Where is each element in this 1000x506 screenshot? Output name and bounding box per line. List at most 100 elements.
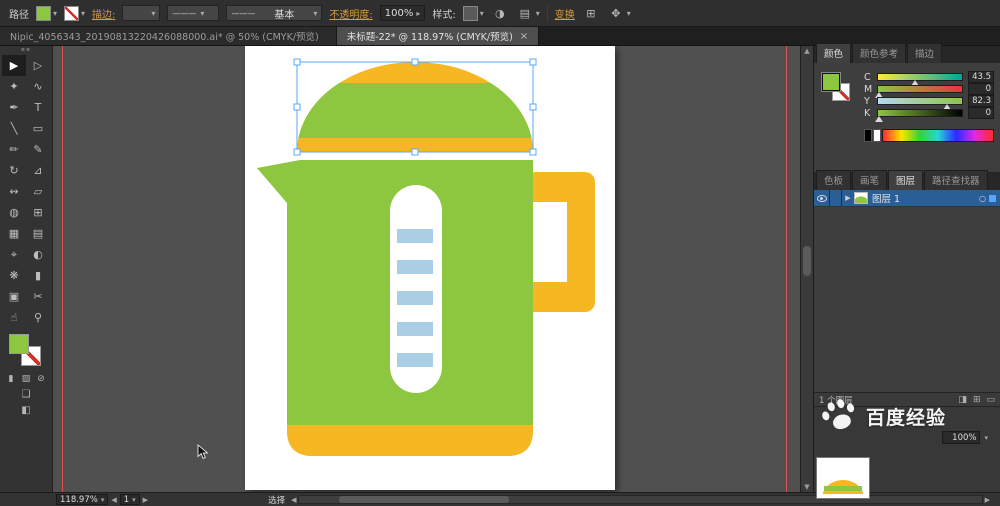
opacity-input[interactable]: 100% ▸ — [380, 5, 426, 21]
recolor-artwork-button[interactable]: ◑ — [491, 5, 509, 22]
transform-grid-button[interactable]: ⊞ — [582, 5, 600, 22]
stroke-weight-select[interactable]: ▾ — [122, 5, 160, 21]
new-layer-icon[interactable]: ⊞ — [973, 395, 981, 405]
artboard-nav-select[interactable]: 1 ▾ — [120, 494, 140, 505]
color-mode-button[interactable]: ▮ — [5, 374, 17, 384]
kettle-base-band[interactable] — [287, 425, 533, 456]
zoom-level-select[interactable]: 118.97% ▾ — [56, 494, 108, 505]
vertical-scrollbar[interactable]: ▲ ▼ — [800, 46, 813, 492]
panel-tab[interactable]: 画笔 — [852, 170, 887, 190]
screen-mode-button[interactable]: ◧ — [21, 405, 30, 416]
magic-wand-tool[interactable]: ✦ — [2, 76, 26, 97]
channel-value-input[interactable]: 0 — [968, 83, 994, 95]
pop-slider-icon[interactable]: ▸ — [416, 9, 420, 18]
horizontal-scroll-track[interactable] — [298, 495, 982, 504]
horizontal-scroll-thumb[interactable] — [339, 496, 509, 503]
kettle-artwork[interactable] — [245, 46, 615, 490]
shape-builder-tool[interactable]: ◍ — [2, 202, 26, 223]
layer-row[interactable]: ▶ 图层 1 ○ — [814, 190, 1000, 207]
width-profile-select[interactable]: ——— ▾ — [167, 5, 219, 21]
pen-tool[interactable]: ✒ — [2, 97, 26, 118]
gradient-tool[interactable]: ▤ — [26, 223, 50, 244]
expand-arrow-icon[interactable]: ▶ — [842, 194, 854, 202]
panel-tab[interactable]: 描边 — [907, 43, 942, 63]
close-icon[interactable]: × — [520, 31, 528, 42]
selection-tool[interactable]: ▶ — [2, 55, 26, 76]
stroke-color-control[interactable]: ▾ — [64, 6, 85, 21]
document-tab[interactable]: 未标题-22* @ 118.97% (CMYK/预览) × — [337, 27, 539, 45]
direct-selection-tool[interactable]: ▷ — [26, 55, 50, 76]
prev-artboard-icon[interactable]: ◀ — [111, 496, 116, 504]
zoom-control[interactable]: 118.97% ▾ ◀ 1 ▾ ▶ — [56, 494, 148, 505]
lasso-tool[interactable]: ∿ — [26, 76, 50, 97]
stroke-panel-link[interactable]: 描边: — [92, 6, 115, 21]
style-select[interactable]: ▾ — [463, 6, 484, 21]
symbol-sprayer-tool[interactable]: ❋ — [2, 265, 26, 286]
align-control[interactable]: ▤ ▾ — [516, 5, 540, 22]
selection-color-chip[interactable] — [989, 195, 996, 202]
color-panel-indicator[interactable] — [820, 71, 856, 168]
hand-tool[interactable]: ☝ — [2, 307, 26, 328]
transform-link[interactable]: 变换 — [555, 6, 575, 21]
stroke-swatch[interactable] — [64, 6, 79, 21]
slice-tool[interactable]: ✂ — [26, 286, 50, 307]
style-swatch[interactable] — [463, 6, 478, 21]
rectangle-tool[interactable]: ▭ — [26, 118, 50, 139]
chevron-down-icon[interactable]: ▾ — [984, 434, 988, 442]
panel-tab[interactable]: 图层 — [888, 170, 923, 190]
black-swatch[interactable] — [864, 129, 872, 142]
color-spectrum-bar[interactable] — [882, 129, 994, 142]
fill-stroke-widget[interactable] — [9, 334, 43, 370]
visibility-toggle[interactable] — [814, 190, 830, 206]
channel-value-input[interactable]: 82.3 — [968, 95, 994, 107]
delete-layer-icon[interactable]: ▭ — [986, 395, 995, 405]
navigator-preview[interactable] — [816, 457, 870, 499]
zoom-tool[interactable]: ⚲ — [26, 307, 50, 328]
blend-tool[interactable]: ◐ — [26, 244, 50, 265]
canvas-area[interactable] — [53, 46, 800, 492]
scroll-right-icon[interactable]: ▶ — [985, 496, 990, 504]
scale-tool[interactable]: ⊿ — [26, 160, 50, 181]
line-segment-tool[interactable]: ╲ — [2, 118, 26, 139]
gradient-mode-button[interactable]: ▨ — [20, 374, 32, 384]
target-circle-icon[interactable]: ○ — [979, 194, 986, 203]
none-mode-button[interactable]: ⊘ — [35, 374, 47, 384]
document-tab[interactable]: Nipic_4056343_20190813220426088000.ai* @… — [0, 27, 337, 45]
arrange-control[interactable]: ✥ ▾ — [607, 5, 631, 22]
scroll-left-icon[interactable]: ◀ — [291, 496, 296, 504]
lock-toggle[interactable] — [830, 190, 842, 206]
horizontal-scrollbar[interactable]: ◀ ▶ — [291, 495, 990, 504]
width-tool[interactable]: ↭ — [2, 181, 26, 202]
paintbrush-tool[interactable]: ✏ — [2, 139, 26, 160]
channel-value-input[interactable]: 43.5 — [968, 71, 994, 83]
navigator-zoom-control[interactable]: 100% ▾ — [942, 431, 988, 444]
scroll-down-icon[interactable]: ▼ — [801, 483, 813, 491]
fill-color-control[interactable]: ▾ — [36, 6, 57, 21]
scroll-up-icon[interactable]: ▲ — [801, 47, 813, 55]
navigator-zoom-value[interactable]: 100% — [942, 431, 980, 444]
fill-swatch[interactable] — [36, 6, 51, 21]
panel-tab[interactable]: 色板 — [816, 170, 851, 190]
vertical-scroll-thumb[interactable] — [803, 246, 811, 276]
channel-slider[interactable] — [877, 109, 963, 117]
perspective-grid-tool[interactable]: ⊞ — [26, 202, 50, 223]
channel-value-input[interactable]: 0 — [968, 107, 994, 119]
slider-thumb[interactable] — [875, 116, 883, 122]
channel-slider[interactable] — [877, 97, 963, 105]
draw-mode-button[interactable]: ❏ — [22, 389, 31, 400]
panel-tab[interactable]: 颜色参考 — [852, 43, 906, 63]
next-artboard-icon[interactable]: ▶ — [143, 496, 148, 504]
fill-proxy-swatch[interactable] — [9, 334, 29, 354]
white-swatch[interactable] — [873, 129, 881, 142]
panel-tab[interactable]: 路径查找器 — [924, 170, 988, 190]
layer-name[interactable]: 图层 1 — [872, 191, 979, 205]
panel-tab[interactable]: 颜色 — [816, 43, 851, 63]
brush-definition-select[interactable]: ——— 基本 ▾ — [226, 5, 322, 21]
opacity-link[interactable]: 不透明度: — [329, 6, 372, 21]
type-tool[interactable]: T — [26, 97, 50, 118]
toolbar-grip[interactable]: ▪▪ — [21, 46, 31, 55]
channel-slider[interactable] — [877, 85, 963, 93]
kettle-lid-band[interactable] — [297, 83, 533, 138]
artboard[interactable] — [245, 46, 615, 490]
make-mask-icon[interactable]: ◨ — [958, 395, 967, 405]
